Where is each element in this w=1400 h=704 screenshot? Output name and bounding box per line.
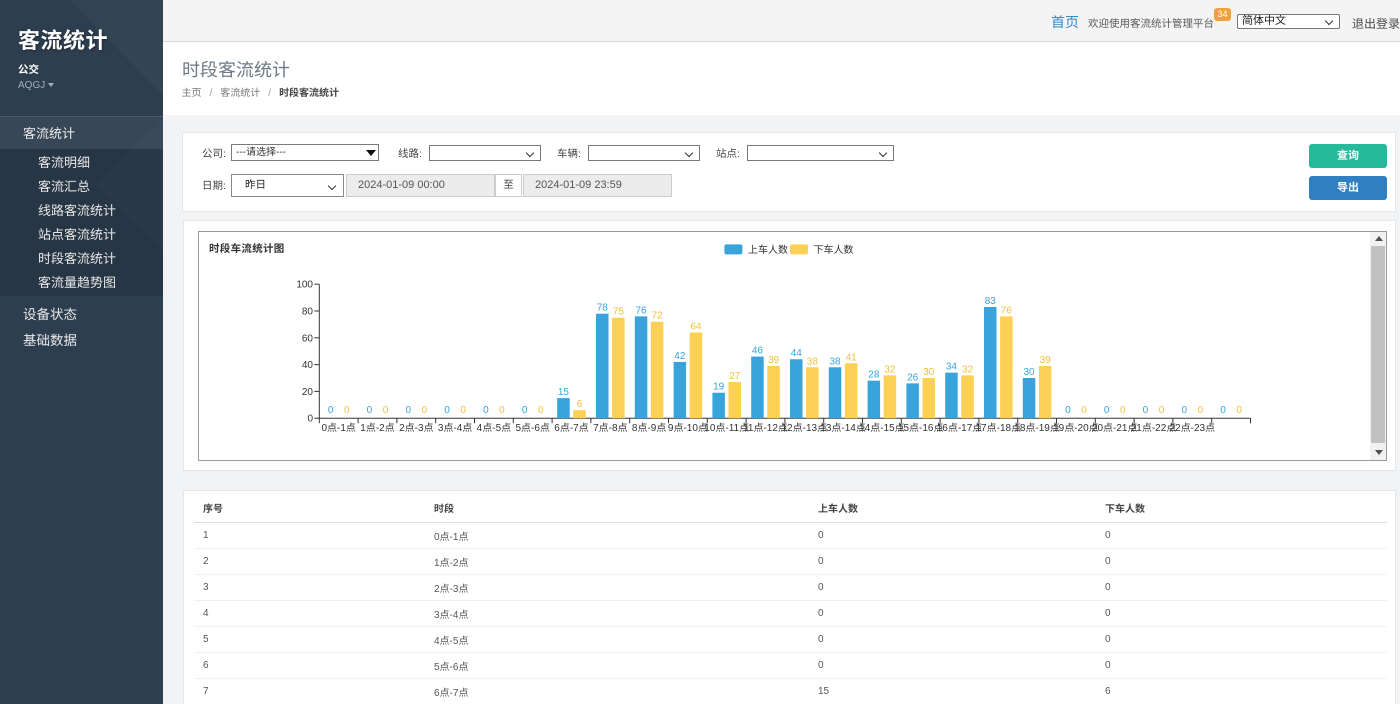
svg-text:27: 27 <box>729 371 741 382</box>
svg-text:39: 39 <box>768 355 780 366</box>
svg-text:42: 42 <box>674 351 686 362</box>
svg-text:6: 6 <box>577 399 583 410</box>
svg-text:0: 0 <box>405 405 411 416</box>
svg-text:76: 76 <box>1001 305 1013 316</box>
svg-text:0: 0 <box>328 405 334 416</box>
svg-text:0: 0 <box>499 405 505 416</box>
svg-text:78: 78 <box>597 303 609 314</box>
svg-text:30: 30 <box>1023 367 1035 378</box>
svg-text:9点-10点: 9点-10点 <box>668 422 708 434</box>
svg-text:40: 40 <box>302 360 314 371</box>
svg-text:80: 80 <box>302 307 314 318</box>
svg-text:22点-23点: 22点-23点 <box>1170 422 1216 434</box>
svg-text:0: 0 <box>344 405 350 416</box>
svg-text:0: 0 <box>522 405 528 416</box>
svg-text:0: 0 <box>1120 405 1126 416</box>
svg-text:0: 0 <box>367 405 373 416</box>
svg-text:75: 75 <box>613 307 625 318</box>
svg-text:34: 34 <box>946 362 958 373</box>
svg-text:上车人数: 上车人数 <box>748 244 788 256</box>
svg-text:5点-6点: 5点-6点 <box>515 422 549 434</box>
svg-text:39: 39 <box>1040 355 1052 366</box>
svg-text:0: 0 <box>383 405 389 416</box>
svg-text:44: 44 <box>791 348 803 359</box>
svg-text:0: 0 <box>460 405 466 416</box>
svg-text:38: 38 <box>807 356 819 367</box>
svg-text:0: 0 <box>1081 405 1087 416</box>
svg-text:0: 0 <box>444 405 450 416</box>
svg-text:0: 0 <box>1236 405 1242 416</box>
svg-text:76: 76 <box>635 305 647 316</box>
svg-text:0: 0 <box>1065 405 1071 416</box>
svg-text:4点-5点: 4点-5点 <box>477 422 511 434</box>
svg-text:7点-8点: 7点-8点 <box>593 422 627 434</box>
svg-text:0: 0 <box>1220 405 1226 416</box>
svg-text:38: 38 <box>829 356 841 367</box>
svg-text:0: 0 <box>483 405 489 416</box>
svg-text:60: 60 <box>302 333 314 344</box>
svg-text:0: 0 <box>1198 405 1204 416</box>
svg-text:100: 100 <box>296 280 313 291</box>
svg-text:20: 20 <box>302 387 314 398</box>
svg-text:83: 83 <box>985 296 997 307</box>
svg-text:26: 26 <box>907 372 919 383</box>
svg-text:19: 19 <box>713 382 725 393</box>
svg-text:64: 64 <box>690 321 702 332</box>
svg-text:0: 0 <box>1104 405 1110 416</box>
svg-text:0: 0 <box>422 405 428 416</box>
svg-text:72: 72 <box>652 311 664 322</box>
svg-text:0: 0 <box>1143 405 1149 416</box>
svg-text:46: 46 <box>752 346 764 357</box>
svg-text:0: 0 <box>1181 405 1187 416</box>
svg-text:32: 32 <box>884 364 896 375</box>
svg-text:0: 0 <box>1159 405 1165 416</box>
svg-text:28: 28 <box>868 370 880 381</box>
svg-text:0点-1点: 0点-1点 <box>321 422 355 434</box>
svg-text:8点-9点: 8点-9点 <box>632 422 666 434</box>
svg-text:30: 30 <box>923 367 935 378</box>
svg-text:41: 41 <box>846 352 858 363</box>
svg-text:2点-3点: 2点-3点 <box>399 422 433 434</box>
svg-text:0: 0 <box>538 405 544 416</box>
svg-text:6点-7点: 6点-7点 <box>554 422 588 434</box>
svg-text:下车人数: 下车人数 <box>814 244 854 256</box>
svg-text:0: 0 <box>307 414 313 425</box>
svg-text:3点-4点: 3点-4点 <box>438 422 472 434</box>
svg-text:32: 32 <box>962 364 974 375</box>
svg-text:15: 15 <box>558 387 570 398</box>
svg-text:1点-2点: 1点-2点 <box>360 422 394 434</box>
